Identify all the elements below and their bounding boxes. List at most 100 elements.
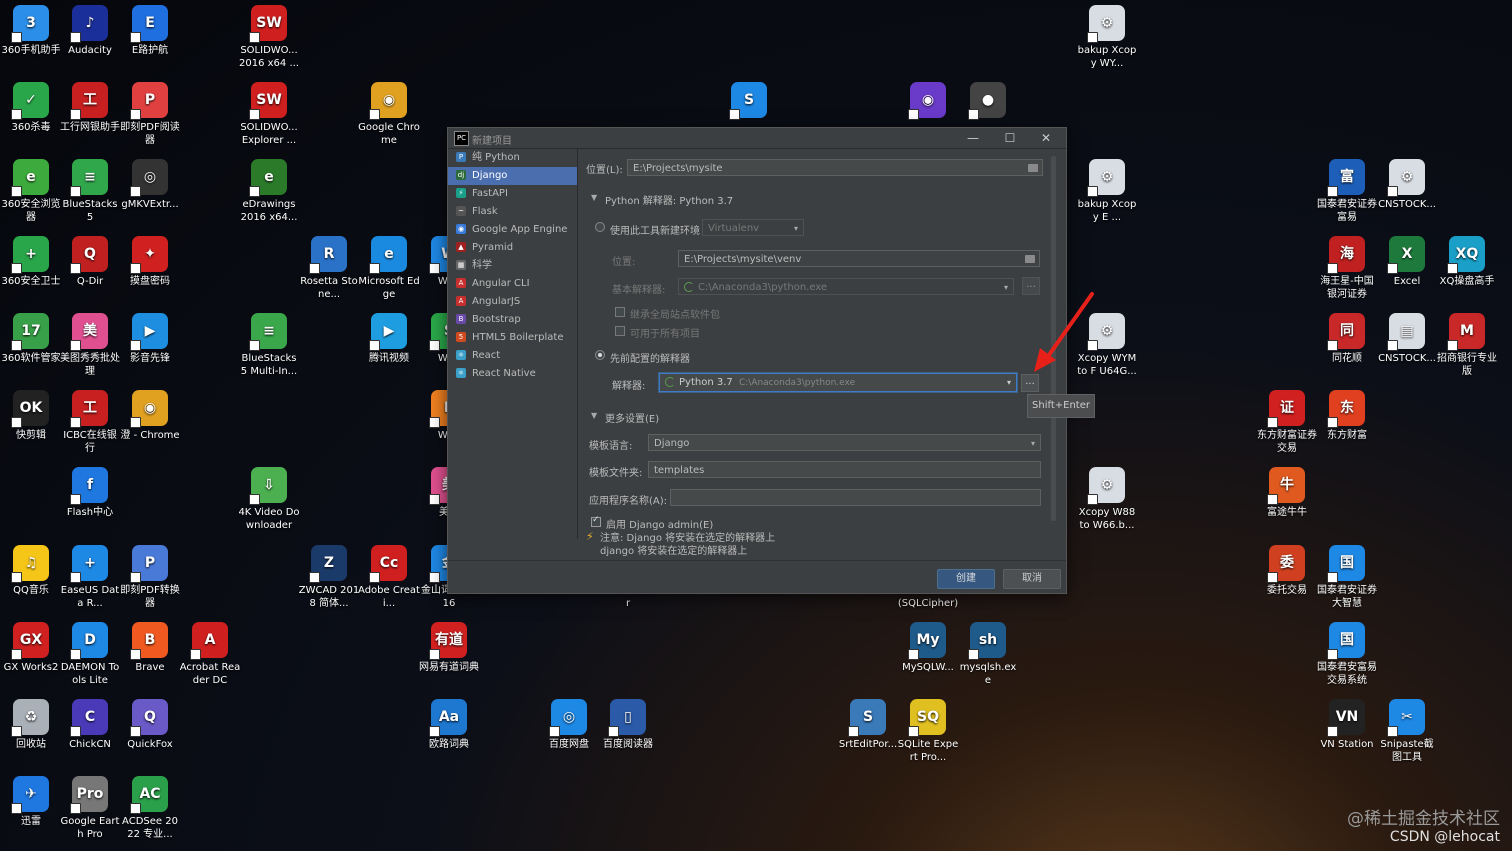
available-all-projects-checkbox[interactable] [615, 326, 625, 336]
desktop-shortcut[interactable]: +360安全卫士 [0, 236, 62, 288]
existing-interpreter-radio[interactable] [595, 350, 605, 360]
sidebar-item-project-type[interactable]: B Bootstrap [448, 311, 577, 329]
desktop-shortcut[interactable]: ◉ [897, 82, 959, 121]
desktop-shortcut[interactable]: M 招商银行专业版 [1436, 313, 1498, 378]
desktop-shortcut[interactable]: A Acrobat Reader DC [179, 622, 241, 687]
desktop-shortcut[interactable]: ♫ QQ音乐 [0, 545, 62, 597]
desktop-shortcut[interactable]: e 360安全浏览器 [0, 159, 62, 224]
desktop-shortcut[interactable]: ♪ Audacity [59, 5, 121, 57]
folder-icon[interactable] [1025, 255, 1035, 263]
desktop-shortcut[interactable]: X Excel [1376, 236, 1438, 288]
desktop-shortcut[interactable]: ✓ 360杀毒 [0, 82, 62, 134]
desktop-shortcut[interactable]: 有道 网易有道词典 [418, 622, 480, 674]
desktop-shortcut[interactable]: ⚙ Xcopy W88 to W66.b... [1076, 467, 1138, 532]
desktop-shortcut[interactable]: B Brave [119, 622, 181, 674]
desktop-shortcut[interactable]: ⚙ CNSTOCK... [1376, 159, 1438, 211]
desktop-shortcut[interactable]: ◎ gMKVExtr... [119, 159, 181, 211]
location-field[interactable]: E:\Projects\mysite [627, 159, 1043, 176]
desktop-shortcut[interactable]: Z ZWCAD 2018 简体... [298, 545, 360, 610]
desktop-shortcut[interactable]: 国国泰君安富易交易系统 [1316, 622, 1378, 687]
desktop-shortcut[interactable]: 美美图秀秀批处理 [59, 313, 121, 378]
inherit-packages-checkbox[interactable] [615, 307, 625, 317]
interpreter-select[interactable]: Python 3.7 C:\Anaconda3\python.exe ▾ [659, 373, 1017, 392]
desktop-shortcut[interactable]: SW SOLIDWO... Explorer ... [238, 82, 300, 147]
desktop-shortcut[interactable]: ◉ Google Chrome [358, 82, 420, 147]
desktop-shortcut[interactable]: Cc Adobe Creati... [358, 545, 420, 610]
desktop-shortcut[interactable]: S SrtEditPor... [837, 699, 899, 751]
template-folder-field[interactable]: templates [648, 461, 1041, 478]
desktop-shortcut[interactable]: 工 ICBC在线银行 [59, 390, 121, 455]
sidebar-item-project-type[interactable]: P 纯 Python [448, 149, 577, 167]
desktop-shortcut[interactable]: Q Q-Dir [59, 236, 121, 288]
desktop-shortcut[interactable]: ✂ Snipaste截图工具 [1376, 699, 1438, 764]
folder-icon[interactable] [1028, 164, 1038, 172]
desktop-shortcut[interactable]: GX GX Works2 [0, 622, 62, 674]
desktop-shortcut[interactable]: Pro Google Earth Pro [59, 776, 121, 841]
desktop-shortcut[interactable]: sh mysqlsh.exe [957, 622, 1019, 687]
collapse-triangle-icon[interactable]: ▼ [591, 193, 597, 202]
base-interpreter-select[interactable]: C:\Anaconda3\python.exe ▾ [678, 278, 1014, 295]
new-env-radio[interactable] [595, 222, 605, 232]
close-button[interactable]: ✕ [1029, 129, 1063, 147]
sidebar-item-project-type[interactable]: ~ Flask [448, 203, 577, 221]
cancel-button[interactable]: 取消 [1003, 569, 1061, 589]
desktop-shortcut[interactable]: 3 360手机助手 [0, 5, 62, 57]
sidebar-item-project-type[interactable]: dj Django [448, 167, 577, 185]
desktop-shortcut[interactable]: E E路护航 [119, 5, 181, 57]
desktop-shortcut[interactable]: C ChickCN [59, 699, 121, 751]
desktop-shortcut[interactable]: 牛富途牛牛 [1256, 467, 1318, 519]
collapse-triangle-icon[interactable]: ▼ [591, 411, 597, 420]
desktop-shortcut[interactable]: AC ACDSee 2022 专业... [119, 776, 181, 841]
desktop-shortcut[interactable]: e eDrawings 2016 x64... [238, 159, 300, 224]
sidebar-item-project-type[interactable]: ▦ 科学 [448, 257, 577, 275]
desktop-shortcut[interactable]: 国国泰君安证券大智慧 [1316, 545, 1378, 610]
interpreter-section-title[interactable]: Python 解释器: Python 3.7 [605, 192, 733, 207]
desktop-shortcut[interactable]: Q QuickFox [119, 699, 181, 751]
dialog-titlebar[interactable]: PC 新建项目 — ☐ ✕ [448, 128, 1066, 149]
desktop-shortcut[interactable]: VN VN Station [1316, 699, 1378, 751]
django-admin-checkbox[interactable] [591, 515, 601, 527]
desktop-shortcut[interactable]: ◎ 百度网盘 [538, 699, 600, 751]
desktop-shortcut[interactable]: ⚙ bakup Xcopy E ... [1076, 159, 1138, 224]
desktop-shortcut[interactable]: ▯ 百度阅读器 [597, 699, 659, 751]
desktop-shortcut[interactable]: 东东方财富 [1316, 390, 1378, 442]
desktop-shortcut[interactable]: XQ XQ操盘高手 [1436, 236, 1498, 288]
desktop-shortcut[interactable]: Aa 欧路词典 [418, 699, 480, 751]
desktop-shortcut[interactable]: e Microsoft Edge [358, 236, 420, 301]
desktop-shortcut[interactable]: ≡ BlueStacks 5 [59, 159, 121, 224]
desktop-shortcut[interactable]: P 即刻PDF转换器 [119, 545, 181, 610]
env-location-field[interactable]: E:\Projects\mysite\venv [678, 250, 1040, 267]
minimize-button[interactable]: — [956, 129, 990, 147]
desktop-shortcut[interactable]: SW SOLIDWO... 2016 x64 ... [238, 5, 300, 70]
template-language-select[interactable]: Django ▾ [648, 434, 1041, 451]
desktop-shortcut[interactable]: P 即刻PDF阅读器 [119, 82, 181, 147]
sidebar-item-project-type[interactable]: A Angular CLI [448, 275, 577, 293]
desktop-shortcut[interactable]: OK 快剪辑 [0, 390, 62, 442]
desktop-shortcut[interactable]: ▶ 影音先锋 [119, 313, 181, 365]
desktop-shortcut[interactable]: My MySQLW... [897, 622, 959, 674]
sidebar-item-project-type[interactable]: ⚛ React Native [448, 365, 577, 383]
desktop-shortcut[interactable]: f Flash中心 [59, 467, 121, 519]
desktop-shortcut[interactable]: 工工行网银助手 [59, 82, 121, 134]
sidebar-item-project-type[interactable]: ▲ Pyramid [448, 239, 577, 257]
sidebar-item-project-type[interactable]: ◉ Google App Engine [448, 221, 577, 239]
desktop-shortcut[interactable]: ✦ 摸盘密码 [119, 236, 181, 288]
desktop-shortcut[interactable]: ● [957, 82, 1019, 121]
sidebar-item-project-type[interactable]: 5 HTML5 Boilerplate [448, 329, 577, 347]
desktop-shortcut[interactable]: R Rosetta Stone... [298, 236, 360, 301]
env-tool-select[interactable]: Virtualenv ▾ [702, 219, 804, 236]
sidebar-item-project-type[interactable]: ⚛ React [448, 347, 577, 365]
desktop-shortcut[interactable]: ♻ 回收站 [0, 699, 62, 751]
desktop-shortcut[interactable]: ▤ CNSTOCK... [1376, 313, 1438, 365]
sidebar-item-project-type[interactable]: ⚡ FastAPI [448, 185, 577, 203]
desktop-shortcut[interactable]: ▶ 腾讯视频 [358, 313, 420, 365]
desktop-shortcut[interactable]: 证东方财富证券交易 [1256, 390, 1318, 455]
desktop-shortcut[interactable]: ◉ 澄 - Chrome [119, 390, 181, 442]
desktop-shortcut[interactable]: SQ SQLite Expert Pro... [897, 699, 959, 764]
desktop-shortcut[interactable]: 同同花顺 [1316, 313, 1378, 365]
desktop-shortcut[interactable]: D DAEMON Tools Lite [59, 622, 121, 687]
desktop-shortcut[interactable]: S [718, 82, 780, 121]
desktop-shortcut[interactable]: 海海王星-中国银河证券 [1316, 236, 1378, 301]
desktop-shortcut[interactable]: ⇩ 4K Video Downloader [238, 467, 300, 532]
desktop-shortcut[interactable]: + EaseUS Data R... [59, 545, 121, 610]
